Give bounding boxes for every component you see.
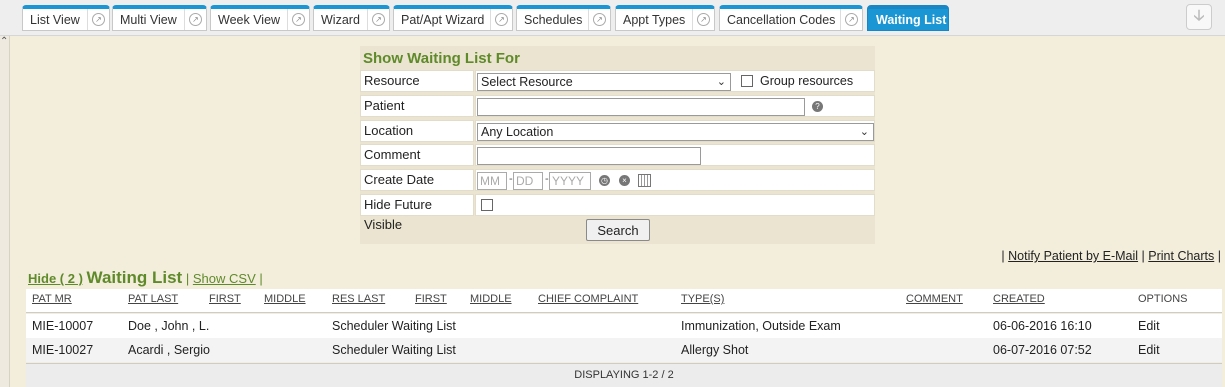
comment-label: Comment — [360, 144, 474, 166]
cell-created: 06-06-2016 16:10 — [993, 319, 1092, 333]
print-charts-link[interactable]: Print Charts — [1148, 249, 1214, 263]
create-date-label: Create Date — [360, 169, 474, 191]
arrow-down-icon[interactable]: 🡣 — [1186, 4, 1212, 30]
col-pat-first[interactable]: FIRST — [209, 293, 241, 305]
waiting-list-header: Hide ( 2 ) Waiting List | Show CSV | — [28, 268, 263, 287]
cell-pat-mr: MIE-10007 — [32, 319, 94, 333]
comment-input[interactable] — [477, 147, 701, 165]
popout-icon[interactable]: ↗ — [840, 9, 862, 30]
col-pat-mr[interactable]: PAT MR — [32, 293, 72, 305]
location-row: Location Any Location ⌄ — [360, 120, 875, 142]
popout-icon[interactable]: ↗ — [588, 9, 610, 30]
clear-icon[interactable]: × — [619, 175, 630, 186]
hide-future-checkbox[interactable] — [481, 199, 493, 211]
hide-future-row: Hide Future Visible — [360, 194, 875, 232]
cell-resource: Scheduler Waiting List — [332, 343, 456, 357]
resource-select[interactable]: Select Resource ⌄ — [477, 73, 731, 91]
popout-icon[interactable]: ↗ — [367, 9, 389, 30]
table-footer: DISPLAYING 1-2 / 2 — [26, 363, 1222, 387]
edit-link[interactable]: Edit — [1138, 343, 1160, 357]
chevron-down-icon: ⌄ — [859, 126, 869, 138]
comment-row: Comment — [360, 144, 875, 166]
popout-icon[interactable]: ↗ — [287, 9, 309, 30]
popout-icon[interactable]: ↗ — [490, 9, 512, 30]
hide-future-label: Hide Future Visible — [360, 194, 474, 232]
cell-created: 06-07-2016 07:52 — [993, 343, 1092, 357]
waiting-list-title: Waiting List — [86, 268, 183, 287]
patient-label: Patient — [360, 95, 474, 117]
location-select[interactable]: Any Location ⌄ — [477, 123, 874, 141]
search-button[interactable]: Search — [586, 219, 650, 241]
create-date-row: Create Date MM - DD - YYYY ◷ × — [360, 169, 875, 191]
hide-link[interactable]: Hide ( 2 ) — [28, 271, 83, 286]
group-resources-checkbox[interactable] — [741, 75, 753, 87]
table-row[interactable]: MIE-10007 Doe , John , L. Scheduler Wait… — [26, 314, 1222, 338]
caret-up-icon[interactable]: ⌃ — [0, 36, 8, 47]
date-day-input[interactable]: DD — [513, 172, 543, 190]
popout-icon[interactable]: ↗ — [184, 9, 206, 30]
tab-bar: List View ↗ Multi View ↗ Week View ↗ Wiz… — [0, 0, 1225, 36]
resource-label: Resource — [360, 70, 474, 92]
date-month-input[interactable]: MM — [477, 172, 507, 190]
action-links: | Notify Patient by E-Mail | Print Chart… — [1001, 249, 1221, 263]
resource-row: Resource Select Resource ⌄ Group resourc… — [360, 70, 875, 92]
panel-title: Show Waiting List For — [363, 50, 520, 67]
cell-pat-name: Doe , John , L. — [128, 319, 210, 333]
popout-icon[interactable]: ↗ — [692, 9, 714, 30]
patient-row: Patient ? — [360, 95, 875, 117]
col-pat-last[interactable]: PAT LAST — [128, 293, 178, 305]
search-panel: Show Waiting List For Resource Select Re… — [360, 46, 875, 244]
popout-icon[interactable]: ↗ — [87, 9, 109, 30]
col-res-last[interactable]: RES LAST — [332, 293, 385, 305]
cell-types: Immunization, Outside Exam — [681, 319, 841, 333]
notify-email-link[interactable]: Notify Patient by E-Mail — [1008, 249, 1138, 263]
patient-input[interactable] — [477, 98, 805, 116]
tab-week-view[interactable]: Week View ↗ — [210, 5, 310, 31]
tab-cancellation-codes[interactable]: Cancellation Codes ↗ — [719, 5, 863, 31]
cell-pat-name: Acardi , Sergio — [128, 343, 210, 357]
table-header-row: PAT MR PAT LAST FIRST MIDDLE RES LAST FI… — [26, 289, 1222, 313]
cell-resource: Scheduler Waiting List — [332, 319, 456, 333]
clock-icon[interactable]: ◷ — [599, 175, 610, 186]
tab-list-view[interactable]: List View ↗ — [22, 5, 110, 31]
left-scroll-strip: ⌃ — [0, 0, 10, 387]
tab-wizard[interactable]: Wizard ↗ — [313, 5, 390, 31]
show-csv-link[interactable]: Show CSV — [193, 271, 256, 286]
table-row[interactable]: MIE-10027 Acardi , Sergio Scheduler Wait… — [26, 338, 1222, 362]
tab-appt-types[interactable]: Appt Types ↗ — [615, 5, 715, 31]
group-resources-label: Group resources — [760, 74, 854, 88]
calendar-icon[interactable] — [638, 174, 651, 187]
col-res-middle[interactable]: MIDDLE — [470, 293, 512, 305]
col-comment[interactable]: COMMENT — [906, 293, 963, 305]
col-chief-complaint[interactable]: CHIEF COMPLAINT — [538, 293, 638, 305]
tab-multi-view[interactable]: Multi View ↗ — [112, 5, 207, 31]
col-res-first[interactable]: FIRST — [415, 293, 447, 305]
col-pat-middle[interactable]: MIDDLE — [264, 293, 306, 305]
tab-schedules[interactable]: Schedules ↗ — [516, 5, 611, 31]
cell-types: Allergy Shot — [681, 343, 749, 357]
chevron-down-icon: ⌄ — [716, 76, 726, 88]
col-created[interactable]: CREATED — [993, 293, 1045, 305]
location-label: Location — [360, 120, 474, 142]
edit-link[interactable]: Edit — [1138, 319, 1160, 333]
tab-pat-apt-wizard[interactable]: Pat/Apt Wizard ↗ — [393, 5, 513, 31]
tab-waiting-list[interactable]: Waiting List — [867, 5, 949, 31]
date-year-input[interactable]: YYYY — [549, 172, 591, 190]
col-options: OPTIONS — [1138, 293, 1188, 305]
cell-pat-mr: MIE-10027 — [32, 343, 94, 357]
col-types[interactable]: TYPE(S) — [681, 293, 724, 305]
help-icon[interactable]: ? — [812, 101, 823, 112]
